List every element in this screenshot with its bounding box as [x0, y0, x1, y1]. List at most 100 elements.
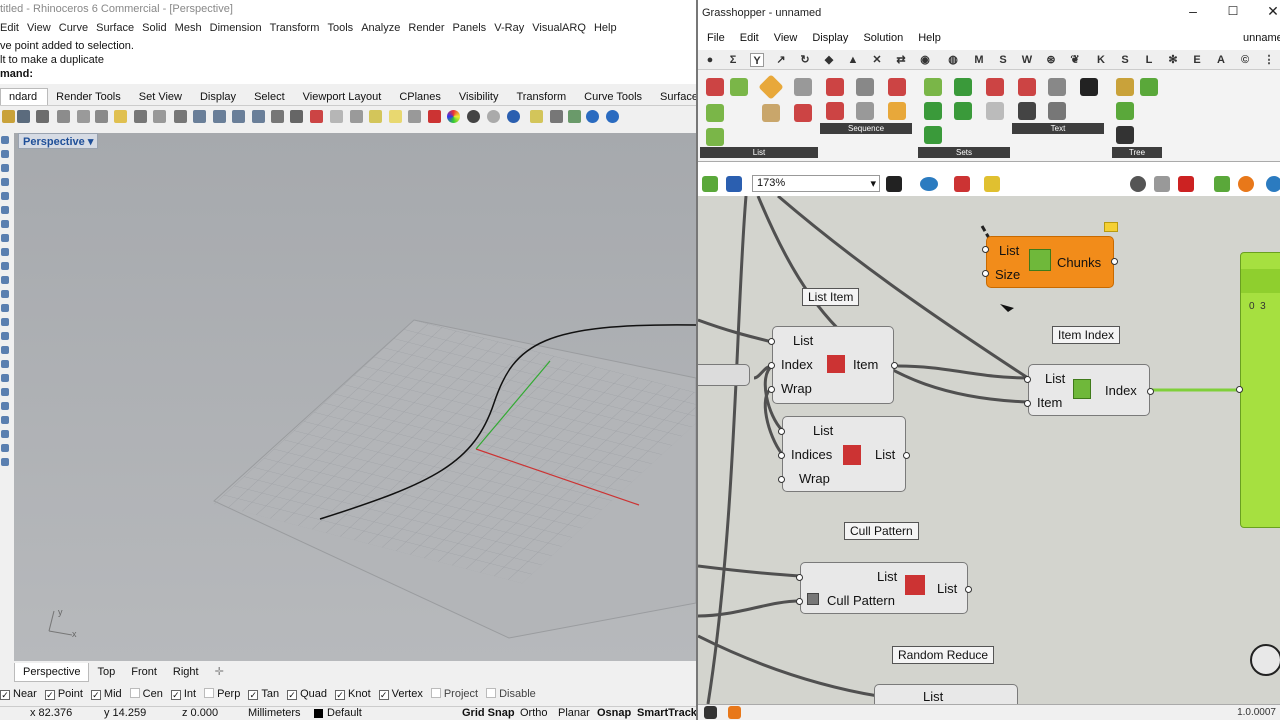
wireframe-preview-icon[interactable]: [1130, 176, 1146, 192]
rendered-sphere-icon[interactable]: [487, 110, 500, 123]
set-m-icon[interactable]: [924, 78, 942, 96]
zoom-dropdown[interactable]: 173% ▾: [752, 175, 880, 192]
rhino-menu-analyze[interactable]: Analyze: [361, 20, 405, 34]
zoom-icon[interactable]: [193, 110, 206, 123]
bake-icon[interactable]: [984, 176, 1000, 192]
port[interactable]: [768, 386, 775, 393]
osnap-vertex[interactable]: ✓ Vertex: [378, 688, 423, 700]
text-split-icon[interactable]: [1018, 78, 1036, 96]
cull-index-output-list[interactable]: List: [875, 447, 895, 462]
tab-visibility[interactable]: Visibility: [451, 89, 509, 105]
ortho-toggle[interactable]: Ortho: [520, 707, 548, 719]
item-index-component[interactable]: List Item Index: [1028, 364, 1150, 416]
chunks-input-size[interactable]: Size: [995, 267, 1020, 282]
intersect-tab-icon[interactable]: ✕: [870, 53, 884, 67]
port[interactable]: [778, 428, 785, 435]
tree-palm-icon[interactable]: [1116, 126, 1134, 144]
tab-m[interactable]: M: [972, 53, 986, 67]
transform-tab-icon[interactable]: ⇄: [894, 53, 908, 67]
tool-icon[interactable]: [1, 388, 9, 396]
options-icon[interactable]: [550, 110, 563, 123]
checkbox[interactable]: ✓: [378, 690, 389, 700]
tool-icon[interactable]: [1, 178, 9, 186]
port[interactable]: [891, 362, 898, 369]
checkbox[interactable]: ✓: [248, 690, 259, 700]
cull-index-icon[interactable]: [826, 78, 844, 96]
series-icon[interactable]: [888, 78, 906, 96]
cull-pattern-component[interactable]: List Cull Pattern List: [800, 562, 968, 614]
gh-canvas[interactable]: List Size Chunks List Item List Index Wr…: [698, 196, 1280, 704]
gem-icon[interactable]: [1178, 176, 1194, 192]
list-item-input-index[interactable]: Index: [781, 357, 813, 372]
lock-icon[interactable]: [408, 110, 421, 123]
osnap-toggle[interactable]: Osnap: [597, 707, 631, 719]
list-item-component[interactable]: List Index Wrap Item: [772, 326, 894, 404]
vector-tab-icon[interactable]: ↗: [774, 53, 788, 67]
rhino-menu-panels[interactable]: Panels: [453, 20, 492, 34]
tool-icon[interactable]: [1, 150, 9, 158]
osnap-project[interactable]: Project: [430, 688, 478, 700]
pan-hand-icon[interactable]: [153, 110, 166, 123]
checkbox[interactable]: ✓: [44, 690, 55, 700]
split-list-icon[interactable]: [794, 78, 812, 96]
tool-icon[interactable]: [1, 136, 9, 144]
rotate-view-icon[interactable]: [271, 110, 284, 123]
globe-tab-icon[interactable]: ◍: [946, 53, 960, 67]
gh-menu-file[interactable]: File: [698, 30, 731, 44]
tool-icon[interactable]: [1, 416, 9, 424]
gh-menu-help[interactable]: Help: [909, 30, 947, 44]
display-tab-icon[interactable]: ◉: [918, 53, 932, 67]
sets-tab-icon[interactable]: Y: [750, 53, 764, 67]
light-bulb-icon[interactable]: [389, 110, 402, 123]
tree-merge-icon[interactable]: [1116, 78, 1134, 96]
tool-icon[interactable]: [1, 360, 9, 368]
maximize-icon[interactable]: ☐: [1226, 4, 1240, 18]
tab-right[interactable]: Right: [165, 663, 207, 682]
set-n-icon[interactable]: [924, 126, 942, 144]
cull-nth-icon[interactable]: [856, 78, 874, 96]
tree-panel-label[interactable]: Tree: [1112, 147, 1162, 158]
list-item-output-item[interactable]: Item: [853, 357, 878, 372]
chevron-down-icon[interactable]: ▾: [88, 136, 94, 148]
tool-icon[interactable]: [1, 374, 9, 382]
panel-component[interactable]: 0 3: [1240, 252, 1280, 528]
cut-icon[interactable]: [77, 110, 90, 123]
status-layer[interactable]: Default: [327, 707, 362, 719]
tool-icon[interactable]: [1, 192, 9, 200]
checkbox[interactable]: ✓: [0, 690, 10, 700]
osnap-perp[interactable]: Perp: [204, 688, 240, 700]
copy-icon[interactable]: [95, 110, 108, 123]
tab-surface-tools[interactable]: Surface To: [652, 89, 696, 105]
osnap-point[interactable]: ✓ Point: [44, 688, 83, 700]
list-length-icon[interactable]: [730, 78, 748, 96]
tool-icon[interactable]: [1, 164, 9, 172]
command-area[interactable]: ve point added to selection. lt to make …: [0, 38, 696, 84]
port[interactable]: [768, 362, 775, 369]
color-wheel-icon[interactable]: [447, 110, 460, 123]
tab-select[interactable]: Select: [246, 89, 295, 105]
grasshopper-icon[interactable]: [568, 110, 581, 123]
cull-index-component[interactable]: List Indices Wrap List: [782, 416, 906, 492]
text-sort-icon[interactable]: [1048, 102, 1066, 120]
tab-k[interactable]: K: [1094, 53, 1108, 67]
undo-icon[interactable]: [134, 110, 147, 123]
cull-pattern-icon[interactable]: [826, 102, 844, 120]
port[interactable]: [903, 452, 910, 459]
wb-tab-icon[interactable]: ⊛: [1044, 53, 1058, 67]
shaded-sphere-icon[interactable]: [467, 110, 480, 123]
copyright-tab-icon[interactable]: ©: [1238, 53, 1252, 67]
osnap-disable[interactable]: Disable: [486, 688, 536, 700]
port[interactable]: [982, 270, 989, 277]
minimize-icon[interactable]: –: [1186, 4, 1200, 18]
tab-display[interactable]: Display: [192, 89, 246, 105]
sort-alpha-icon[interactable]: [706, 128, 724, 146]
checkbox[interactable]: ✓: [287, 690, 298, 700]
text-a-icon[interactable]: [1080, 78, 1098, 96]
paste-icon[interactable]: [114, 110, 127, 123]
list-item-input-wrap[interactable]: Wrap: [781, 381, 812, 396]
port[interactable]: [1024, 400, 1031, 407]
rhino-menu-surface[interactable]: Surface: [96, 20, 139, 34]
port[interactable]: [1236, 386, 1243, 393]
text-abc-icon[interactable]: [1048, 78, 1066, 96]
tool-icon[interactable]: [1, 304, 9, 312]
